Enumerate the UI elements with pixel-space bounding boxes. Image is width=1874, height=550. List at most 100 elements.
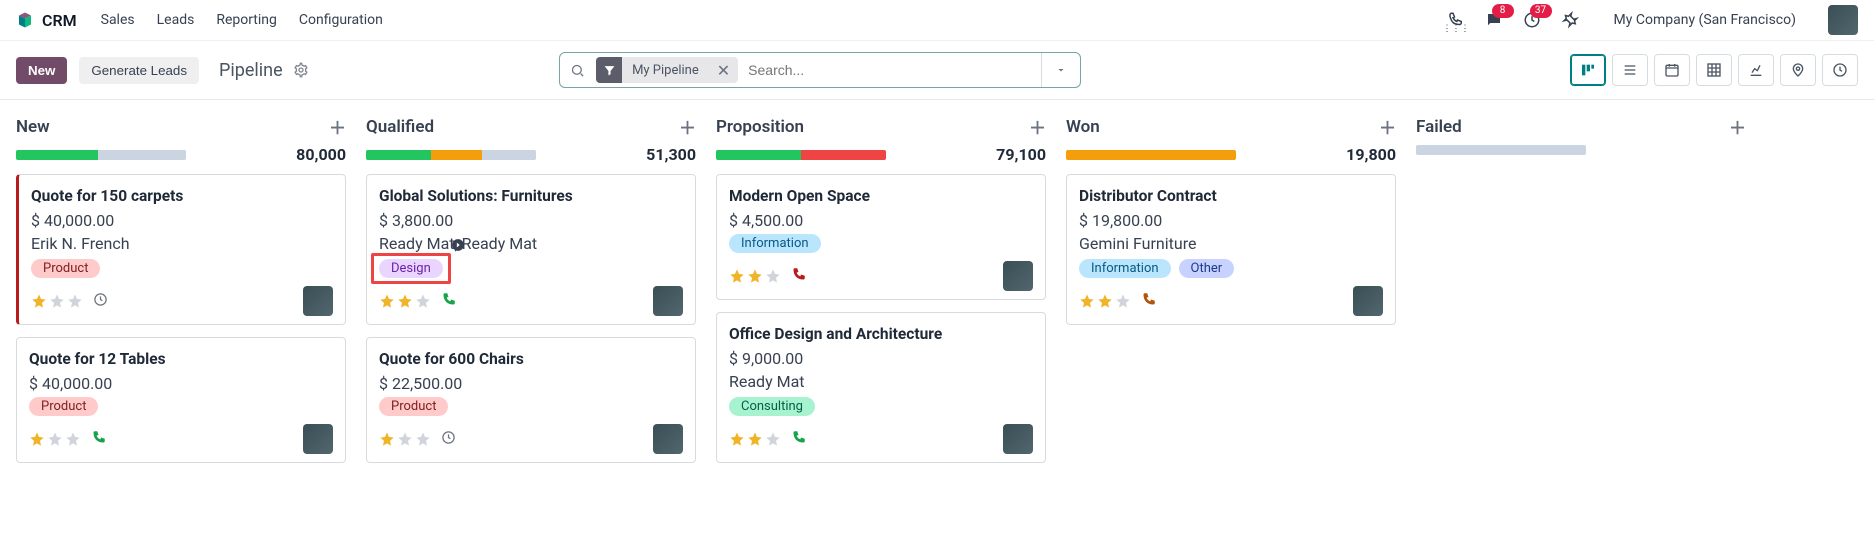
user-avatar[interactable]: [1828, 5, 1858, 35]
star-icon[interactable]: [765, 431, 781, 447]
company-switcher[interactable]: My Company (San Francisco): [1614, 12, 1796, 28]
arrow-icon[interactable]: [451, 238, 465, 252]
kanban-card[interactable]: Quote for 12 Tables$ 40,000.00Product: [16, 337, 346, 463]
column-title: Failed: [1416, 117, 1462, 137]
star-icon[interactable]: [397, 431, 413, 447]
star-icon[interactable]: [729, 431, 745, 447]
assignee-avatar[interactable]: [653, 424, 683, 454]
star-icon[interactable]: [747, 431, 763, 447]
view-list[interactable]: [1612, 54, 1648, 86]
assignee-avatar[interactable]: [653, 286, 683, 316]
kanban-card[interactable]: Quote for 600 Chairs$ 22,500.00Product: [366, 337, 696, 463]
column-header[interactable]: Qualified＋: [366, 114, 696, 139]
menu-reporting[interactable]: Reporting: [216, 12, 277, 28]
star-icon[interactable]: [729, 268, 745, 284]
view-kanban[interactable]: [1570, 54, 1606, 86]
kanban-card[interactable]: Office Design and Architecture$ 9,000.00…: [716, 312, 1046, 463]
generate-leads-button[interactable]: Generate Leads: [79, 57, 199, 84]
clock-icon[interactable]: [93, 292, 108, 311]
view-activity[interactable]: [1822, 54, 1858, 86]
tag-info[interactable]: Information: [729, 234, 821, 253]
gear-icon[interactable]: [293, 62, 309, 78]
star-icon[interactable]: [1115, 293, 1131, 309]
view-graph[interactable]: [1738, 54, 1774, 86]
kanban-card[interactable]: Distributor Contract$ 19,800.00Gemini Fu…: [1066, 174, 1396, 325]
tag-product[interactable]: Product: [31, 259, 100, 278]
view-map[interactable]: [1780, 54, 1816, 86]
assignee-avatar[interactable]: [1003, 261, 1033, 291]
column-header[interactable]: Proposition＋: [716, 114, 1046, 139]
priority-stars: [379, 431, 431, 447]
assignee-avatar[interactable]: [1353, 286, 1383, 316]
search-options-toggle[interactable]: [1041, 53, 1080, 87]
debug-icon[interactable]: [1560, 10, 1580, 30]
star-icon[interactable]: [765, 268, 781, 284]
add-card-button[interactable]: ＋: [679, 114, 696, 139]
messages-icon[interactable]: 8: [1484, 10, 1504, 30]
star-icon[interactable]: [49, 293, 65, 309]
tag-consult[interactable]: Consulting: [729, 397, 815, 416]
activities-icon[interactable]: 37: [1522, 10, 1542, 30]
star-icon[interactable]: [65, 431, 81, 447]
add-card-button[interactable]: ＋: [1029, 114, 1046, 139]
tag-product[interactable]: Product: [29, 397, 98, 416]
kanban-card[interactable]: Quote for 150 carpets$ 40,000.00Erik N. …: [16, 174, 346, 325]
messages-badge: 8: [1492, 4, 1514, 18]
add-card-button[interactable]: ＋: [329, 114, 346, 139]
tag-product[interactable]: Product: [379, 397, 448, 416]
menu-leads[interactable]: Leads: [157, 12, 195, 28]
column-total: 80,000: [296, 145, 346, 164]
view-pivot[interactable]: [1696, 54, 1732, 86]
search-box[interactable]: My Pipeline ✕: [559, 52, 1081, 88]
filter-chip[interactable]: My Pipeline ✕: [596, 57, 738, 83]
kanban-card[interactable]: Global Solutions: Furnitures$ 3,800.00Re…: [366, 174, 696, 325]
menu-sales[interactable]: Sales: [101, 12, 135, 28]
add-card-button[interactable]: ＋: [1729, 114, 1746, 139]
assignee-avatar[interactable]: [303, 286, 333, 316]
add-card-button[interactable]: ＋: [1379, 114, 1396, 139]
assignee-avatar[interactable]: [1003, 424, 1033, 454]
star-icon[interactable]: [1079, 293, 1095, 309]
phone-icon[interactable]: [441, 292, 456, 311]
phone-icon[interactable]: [91, 430, 106, 449]
star-icon[interactable]: [415, 293, 431, 309]
tag-info[interactable]: Information: [1079, 259, 1171, 278]
tag-design[interactable]: Design: [379, 259, 443, 278]
assignee-avatar[interactable]: [303, 424, 333, 454]
star-icon[interactable]: [1097, 293, 1113, 309]
column-header[interactable]: Won＋: [1066, 114, 1396, 139]
search-input[interactable]: [738, 53, 1041, 87]
card-tags: Product: [29, 397, 333, 416]
filter-chip-close[interactable]: ✕: [709, 61, 738, 80]
star-icon[interactable]: [29, 431, 45, 447]
kanban-card[interactable]: Modern Open Space$ 4,500.00Information: [716, 174, 1046, 300]
tag-other[interactable]: Other: [1179, 259, 1235, 278]
card-title: Modern Open Space: [729, 187, 1033, 205]
view-calendar[interactable]: [1654, 54, 1690, 86]
star-icon[interactable]: [67, 293, 83, 309]
star-icon[interactable]: [397, 293, 413, 309]
dialer-icon[interactable]: ⋮⋮⋮: [1446, 10, 1466, 30]
card-title: Quote for 600 Chairs: [379, 350, 683, 368]
star-icon[interactable]: [379, 431, 395, 447]
clock-icon[interactable]: [441, 430, 456, 449]
funnel-icon: [596, 57, 622, 83]
priority-stars: [379, 293, 431, 309]
star-icon[interactable]: [379, 293, 395, 309]
column-header[interactable]: New＋: [16, 114, 346, 139]
column-header[interactable]: Failed ＋: [1416, 114, 1746, 139]
star-icon[interactable]: [47, 431, 63, 447]
phone-icon[interactable]: [1141, 292, 1156, 311]
brand[interactable]: CRM: [16, 11, 77, 30]
star-icon[interactable]: [415, 431, 431, 447]
phone-icon[interactable]: [791, 430, 806, 449]
star-icon[interactable]: [31, 293, 47, 309]
kanban-column: New＋ 80,000 Quote for 150 carpets$ 40,000.…: [16, 114, 346, 475]
kanban-column: Proposition＋79,100Modern Open Space$ 4,5…: [716, 114, 1046, 475]
menu-configuration[interactable]: Configuration: [299, 12, 383, 28]
new-button[interactable]: New: [16, 57, 67, 84]
kanban-board: New＋ 80,000 Quote for 150 carpets$ 40,000.…: [0, 100, 1874, 550]
card-title: Quote for 150 carpets: [31, 187, 333, 205]
phone-icon[interactable]: [791, 267, 806, 286]
star-icon[interactable]: [747, 268, 763, 284]
